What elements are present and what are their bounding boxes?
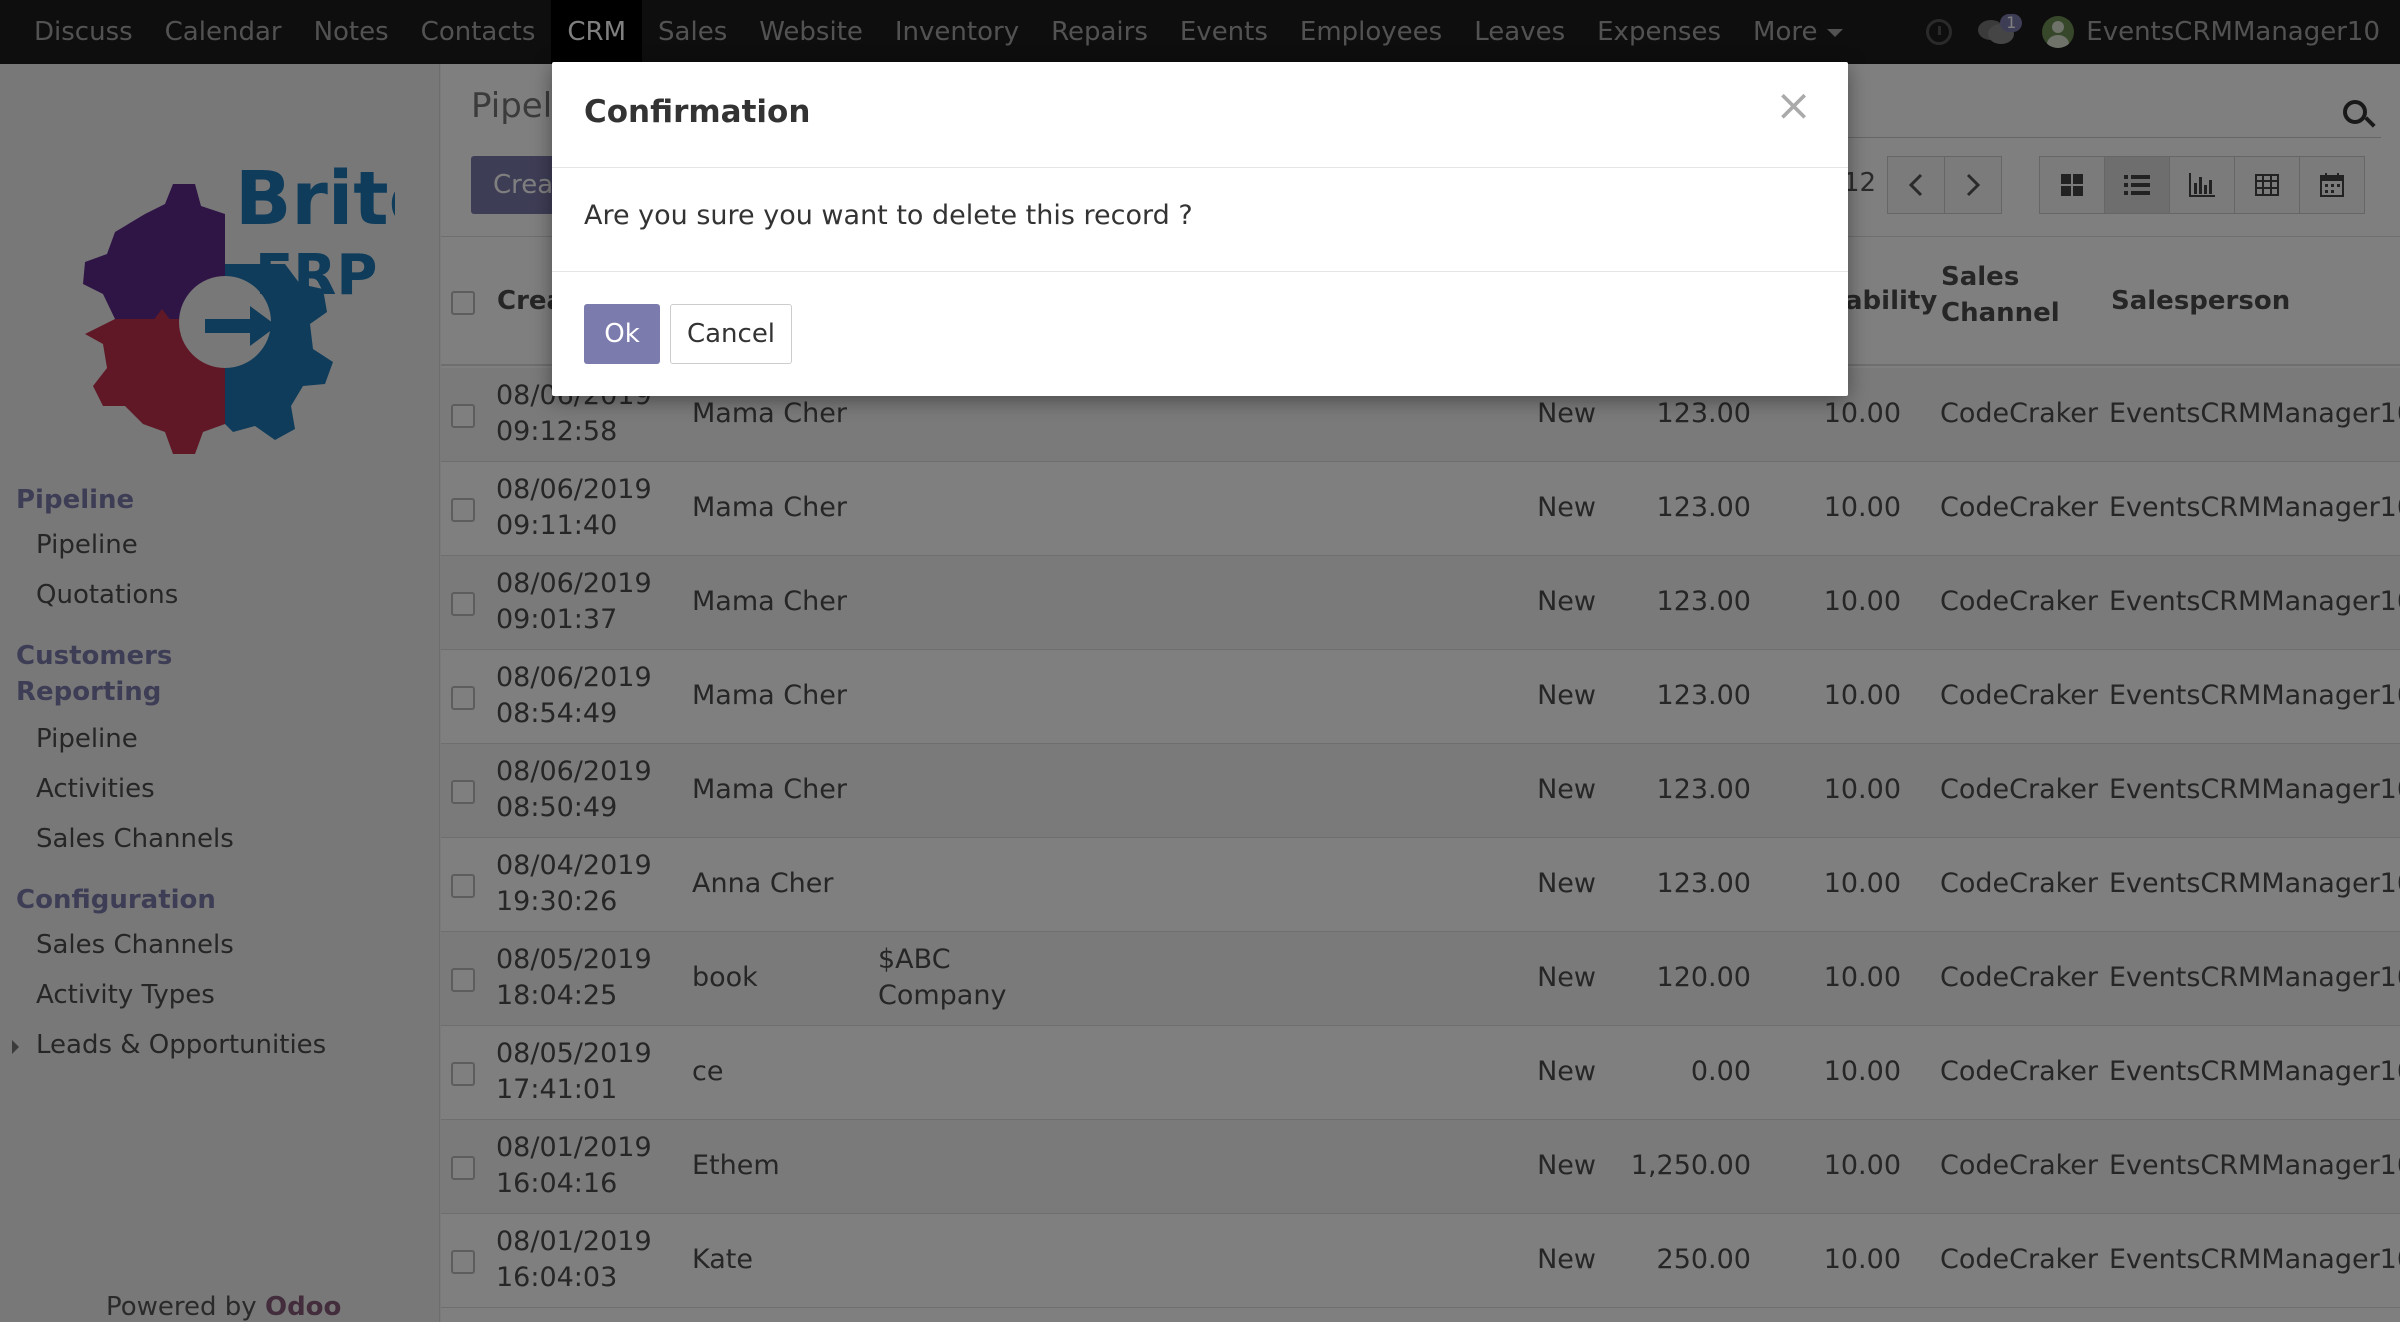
dialog-message: Are you sure you want to delete this rec… <box>584 200 1193 231</box>
close-icon[interactable]: × <box>1775 84 1812 128</box>
cancel-button[interactable]: Cancel <box>670 304 792 364</box>
ok-button[interactable]: Ok <box>584 304 660 364</box>
confirmation-dialog: Confirmation × Are you sure you want to … <box>552 62 1848 396</box>
dialog-body: Are you sure you want to delete this rec… <box>552 168 1848 272</box>
dialog-header: Confirmation × <box>552 62 1848 168</box>
dialog-title: Confirmation <box>584 94 811 130</box>
